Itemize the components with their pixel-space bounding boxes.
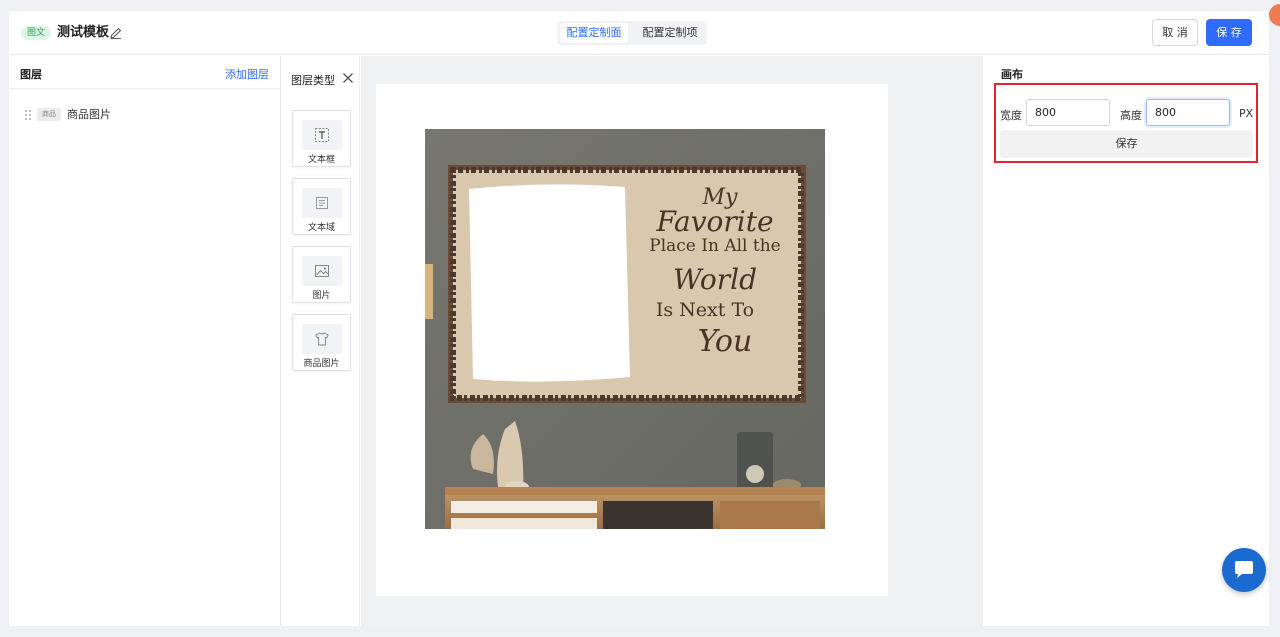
text-box-icon <box>315 128 329 142</box>
svg-text:Is Next To: Is Next To <box>656 299 754 321</box>
unit-label: PX <box>1239 107 1254 120</box>
layer-name: 商品图片 <box>67 108 111 121</box>
config-title: 画布 <box>1001 68 1023 81</box>
svg-text:Place In All the: Place In All the <box>649 236 780 256</box>
layer-type-image[interactable]: 图片 <box>292 246 351 303</box>
save-button[interactable]: 保 存 <box>1206 19 1252 46</box>
pencil-icon[interactable] <box>109 26 123 40</box>
layers-header: 图层 添加图层 <box>9 56 280 89</box>
add-layer-link[interactable]: 添加图层 <box>225 66 269 82</box>
image-icon <box>315 265 329 277</box>
layer-type-label: 文本框 <box>307 155 335 165</box>
layer-type-text-box[interactable]: 文本框 <box>292 110 351 167</box>
layer-badge: 商品 <box>37 108 61 121</box>
tab-configure-options[interactable]: 配置定制项 <box>637 23 703 43</box>
product-image-layer[interactable]: My Favorite Place In All the World Is Ne… <box>425 129 825 529</box>
design-canvas[interactable]: My Favorite Place In All the World Is Ne… <box>376 84 888 596</box>
drag-handle-icon[interactable] <box>24 109 32 121</box>
corner-badge[interactable] <box>1269 4 1280 26</box>
width-label: 宽度 <box>1000 109 1022 122</box>
layer-type-text-area[interactable]: 文本域 <box>292 178 351 235</box>
layer-types-title: 图层类型 <box>291 74 335 87</box>
layers-panel: 图层 添加图层 商品 商品图片 <box>9 56 281 626</box>
layer-types-panel: 图层类型 文本框 文本域 图片 商品图片 <box>282 56 360 626</box>
canvas-config-panel: 画布 宽度 高度 PX 保存 <box>983 56 1269 626</box>
canvas-stage: My Favorite Place In All the World Is Ne… <box>361 56 983 626</box>
chat-bubble-icon <box>1235 561 1253 578</box>
height-label: 高度 <box>1120 109 1142 122</box>
layer-type-label: 文本域 <box>307 223 335 233</box>
width-input[interactable] <box>1026 99 1110 126</box>
svg-text:Favorite: Favorite <box>655 205 773 238</box>
layer-type-label: 图片 <box>312 291 331 301</box>
editor-window: 图文 测试模板 配置定制面 配置定制项 取 消 保 存 图层 添加图层 商品 商… <box>9 11 1269 626</box>
layer-item[interactable]: 商品 商品图片 <box>9 106 280 124</box>
height-input[interactable] <box>1146 99 1230 126</box>
layer-type-label: 商品图片 <box>303 359 340 369</box>
close-icon[interactable] <box>342 72 354 84</box>
cancel-button[interactable]: 取 消 <box>1152 19 1198 46</box>
view-switcher: 配置定制面 配置定制项 <box>557 21 707 45</box>
svg-text:World: World <box>673 263 757 296</box>
chat-button[interactable] <box>1222 548 1266 592</box>
tshirt-icon <box>315 332 329 346</box>
svg-text:You: You <box>698 324 753 359</box>
product-photo: My Favorite Place In All the World Is Ne… <box>425 129 825 529</box>
layers-title: 图层 <box>20 68 42 81</box>
tab-configure-surface[interactable]: 配置定制面 <box>560 23 628 43</box>
top-bar: 图文 测试模板 配置定制面 配置定制项 取 消 保 存 <box>9 11 1269 55</box>
template-name: 测试模板 <box>57 25 110 40</box>
canvas-save-button[interactable]: 保存 <box>1000 130 1253 158</box>
type-tag: 图文 <box>21 26 52 40</box>
text-area-icon <box>316 197 328 209</box>
layer-type-product-image[interactable]: 商品图片 <box>292 314 351 371</box>
